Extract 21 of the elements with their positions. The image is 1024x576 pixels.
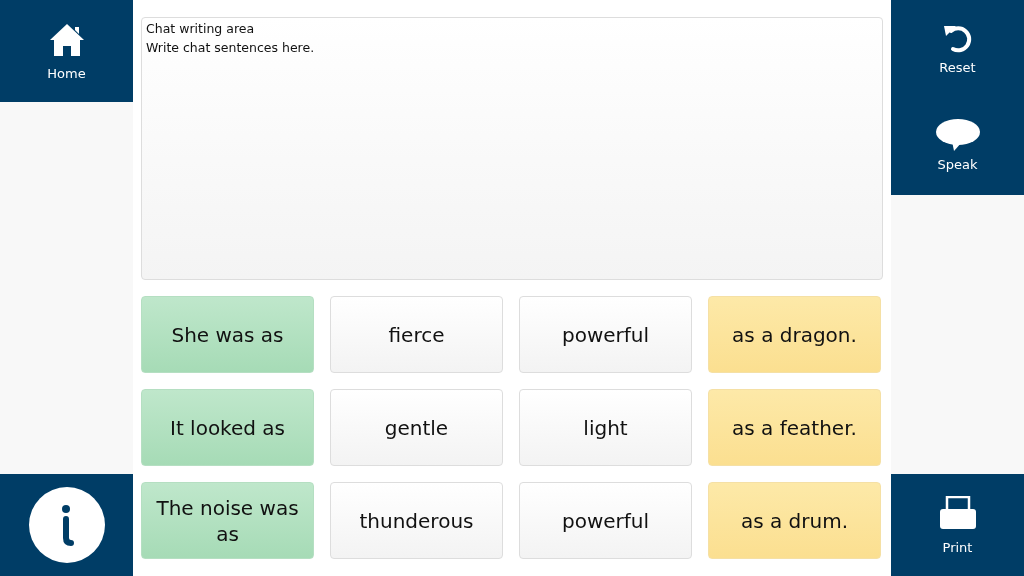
word-tile[interactable]: thunderous: [330, 482, 503, 559]
word-tile[interactable]: fierce: [330, 296, 503, 373]
chat-writing-area[interactable]: Chat writing area Write chat sentences here.: [141, 17, 883, 280]
word-tile[interactable]: light: [519, 389, 692, 466]
word-tile[interactable]: as a dragon.: [708, 296, 881, 373]
home-button[interactable]: Home: [0, 0, 133, 102]
info-icon[interactable]: [28, 487, 105, 563]
word-tile[interactable]: It looked as: [141, 389, 314, 466]
speech-bubble-icon: [935, 119, 980, 151]
word-tile[interactable]: as a drum.: [708, 482, 881, 559]
printer-icon: [937, 495, 978, 530]
home-icon: [48, 21, 85, 58]
chat-input[interactable]: Write chat sentences here.: [146, 36, 878, 276]
word-tile[interactable]: powerful: [519, 482, 692, 559]
word-tile[interactable]: The noise was as: [141, 482, 314, 559]
word-tile[interactable]: gentle: [330, 389, 503, 466]
print-button[interactable]: Print: [891, 474, 1024, 576]
word-tile[interactable]: powerful: [519, 296, 692, 373]
word-tile[interactable]: as a feather.: [708, 389, 881, 466]
chat-label: Chat writing area: [146, 21, 255, 36]
word-tile[interactable]: She was as: [141, 296, 314, 373]
